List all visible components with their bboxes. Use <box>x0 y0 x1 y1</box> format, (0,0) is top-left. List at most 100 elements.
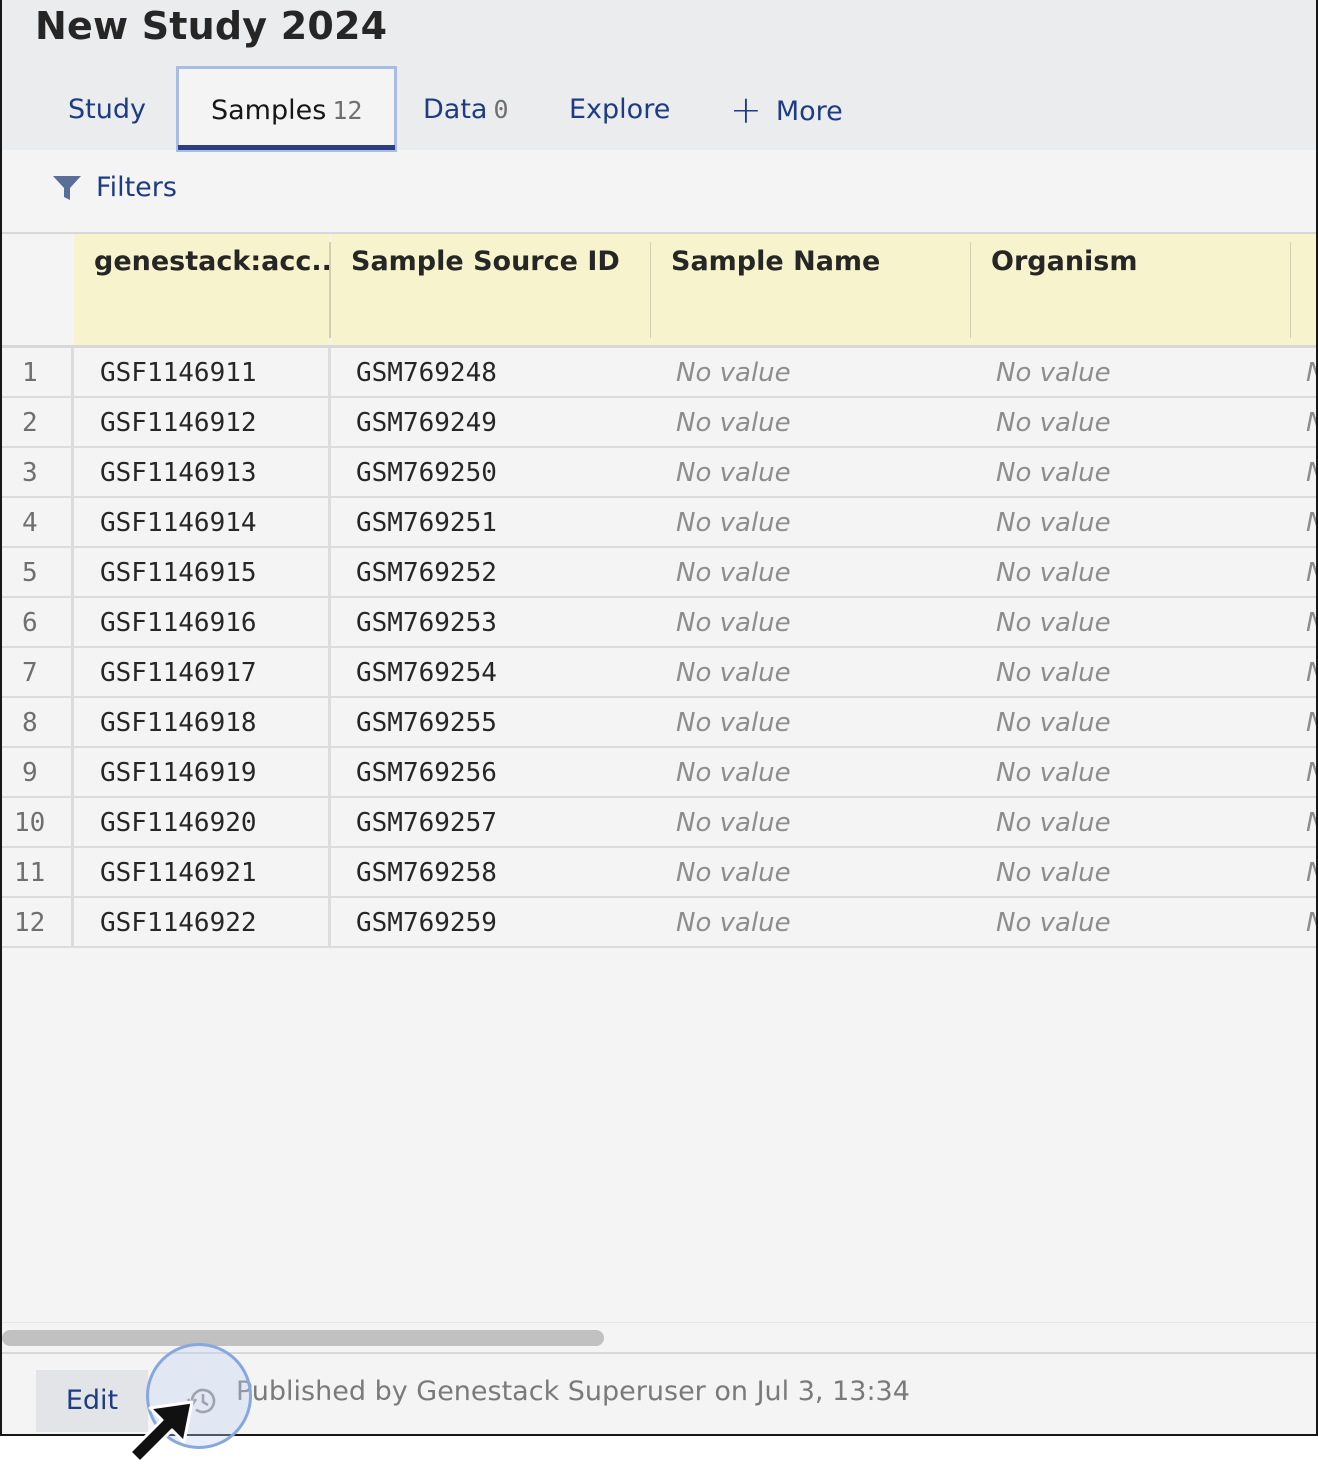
tab-label: Study <box>68 94 146 125</box>
row-number: 7 <box>22 658 38 688</box>
accession-cell[interactable]: GSF1146919 <box>100 748 257 798</box>
active-tab-underline <box>178 145 396 150</box>
next-column-cell[interactable]: N <box>1306 448 1316 498</box>
app-frame: New Study 2024 Study Samples 12 Data 0 Exp… <box>0 0 1318 1436</box>
table-row[interactable]: 11 GSF1146921 GSM769258 No value No value N <box>2 848 1316 898</box>
next-column-cell[interactable]: N <box>1306 498 1316 548</box>
sample-name-cell[interactable]: No value <box>676 798 791 848</box>
column-header-sample-name[interactable]: Sample Name <box>651 234 971 345</box>
column-header-next[interactable] <box>1291 234 1316 345</box>
sample-name-cell[interactable]: No value <box>676 898 791 948</box>
sample-source-id-cell[interactable]: GSM769259 <box>356 898 497 948</box>
tab-label: More <box>775 96 843 127</box>
next-column-cell[interactable]: N <box>1306 348 1316 398</box>
column-header-accession[interactable]: genestack:acc... <box>74 234 330 345</box>
sample-name-cell[interactable]: No value <box>676 648 791 698</box>
accession-cell[interactable]: GSF1146913 <box>100 448 257 498</box>
table-row[interactable]: 5 GSF1146915 GSM769252 No value No value N <box>2 548 1316 598</box>
organism-cell[interactable]: No value <box>996 748 1111 798</box>
plus-icon: + <box>730 88 762 132</box>
organism-cell[interactable]: No value <box>996 898 1111 948</box>
sample-source-id-cell[interactable]: GSM769248 <box>356 348 497 398</box>
column-header-sample-source-id[interactable]: Sample Source ID <box>331 234 651 345</box>
next-column-cell[interactable]: N <box>1306 398 1316 448</box>
accession-cell[interactable]: GSF1146922 <box>100 898 257 948</box>
table-row[interactable]: 8 GSF1146918 GSM769255 No value No value N <box>2 698 1316 748</box>
accession-cell[interactable]: GSF1146911 <box>100 348 257 398</box>
sample-source-id-cell[interactable]: GSM769254 <box>356 648 497 698</box>
table-row[interactable]: 6 GSF1146916 GSM769253 No value No value N <box>2 598 1316 648</box>
row-number: 3 <box>22 458 38 488</box>
column-header-organism[interactable]: Organism <box>971 234 1291 345</box>
accession-cell[interactable]: GSF1146920 <box>100 798 257 848</box>
sample-name-cell[interactable]: No value <box>676 698 791 748</box>
table-row[interactable]: 12 GSF1146922 GSM769259 No value No value N <box>2 898 1316 948</box>
table-row[interactable]: 4 GSF1146914 GSM769251 No value No value N <box>2 498 1316 548</box>
column-header-label: genestack:acc... <box>94 246 330 277</box>
column-header-label: Sample Name <box>671 246 881 277</box>
accession-cell[interactable]: GSF1146918 <box>100 698 257 748</box>
sample-source-id-cell[interactable]: GSM769251 <box>356 498 497 548</box>
sample-source-id-cell[interactable]: GSM769253 <box>356 598 497 648</box>
sample-source-id-cell[interactable]: GSM769250 <box>356 448 497 498</box>
table-row[interactable]: 2 GSF1146912 GSM769249 No value No value N <box>2 398 1316 448</box>
organism-cell[interactable]: No value <box>996 598 1111 648</box>
tab-data[interactable]: Data 0 <box>423 66 509 150</box>
row-number: 5 <box>22 558 38 588</box>
sample-name-cell[interactable]: No value <box>676 348 791 398</box>
table-row[interactable]: 9 GSF1146919 GSM769256 No value No value N <box>2 748 1316 798</box>
sample-name-cell[interactable]: No value <box>676 548 791 598</box>
organism-cell[interactable]: No value <box>996 698 1111 748</box>
next-column-cell[interactable]: N <box>1306 648 1316 698</box>
tab-explore[interactable]: Explore <box>569 66 670 150</box>
next-column-cell[interactable]: N <box>1306 548 1316 598</box>
sample-name-cell[interactable]: No value <box>676 498 791 548</box>
sample-name-cell[interactable]: No value <box>676 448 791 498</box>
organism-cell[interactable]: No value <box>996 348 1111 398</box>
accession-cell[interactable]: GSF1146912 <box>100 398 257 448</box>
accession-cell[interactable]: GSF1146917 <box>100 648 257 698</box>
organism-cell[interactable]: No value <box>996 648 1111 698</box>
sample-source-id-cell[interactable]: GSM769258 <box>356 848 497 898</box>
tab-samples[interactable]: Samples 12 <box>176 66 398 152</box>
sample-source-id-cell[interactable]: GSM769256 <box>356 748 497 798</box>
scrollbar-thumb[interactable] <box>2 1330 604 1346</box>
next-column-cell[interactable]: N <box>1306 698 1316 748</box>
sample-name-cell[interactable]: No value <box>676 398 791 448</box>
organism-cell[interactable]: No value <box>996 398 1111 448</box>
sample-source-id-cell[interactable]: GSM769255 <box>356 698 497 748</box>
table-row[interactable]: 1 GSF1146911 GSM769248 No value No value N <box>2 348 1316 398</box>
organism-cell[interactable]: No value <box>996 798 1111 848</box>
sample-source-id-cell[interactable]: GSM769257 <box>356 798 497 848</box>
next-column-cell[interactable]: N <box>1306 598 1316 648</box>
accession-cell[interactable]: GSF1146915 <box>100 548 257 598</box>
next-column-cell[interactable]: N <box>1306 798 1316 848</box>
row-number: 12 <box>14 908 46 938</box>
accession-cell[interactable]: GSF1146921 <box>100 848 257 898</box>
table-row[interactable]: 10 GSF1146920 GSM769257 No value No value N <box>2 798 1316 848</box>
tab-study[interactable]: Study <box>68 66 146 150</box>
tab-more[interactable]: + More <box>730 66 843 150</box>
row-number: 10 <box>14 808 46 838</box>
accession-cell[interactable]: GSF1146914 <box>100 498 257 548</box>
organism-cell[interactable]: No value <box>996 848 1111 898</box>
filters-button[interactable]: Filters <box>52 172 177 203</box>
accession-cell[interactable]: GSF1146916 <box>100 598 257 648</box>
sample-name-cell[interactable]: No value <box>676 748 791 798</box>
sample-name-cell[interactable]: No value <box>676 598 791 648</box>
sample-name-cell[interactable]: No value <box>676 848 791 898</box>
table-row[interactable]: 3 GSF1146913 GSM769250 No value No value N <box>2 448 1316 498</box>
row-number: 9 <box>22 758 38 788</box>
next-column-cell[interactable]: N <box>1306 848 1316 898</box>
tab-count: 0 <box>493 95 509 124</box>
row-number: 11 <box>14 858 46 888</box>
organism-cell[interactable]: No value <box>996 448 1111 498</box>
organism-cell[interactable]: No value <box>996 498 1111 548</box>
next-column-cell[interactable]: N <box>1306 748 1316 798</box>
sample-source-id-cell[interactable]: GSM769252 <box>356 548 497 598</box>
sample-source-id-cell[interactable]: GSM769249 <box>356 398 497 448</box>
next-column-cell[interactable]: N <box>1306 898 1316 948</box>
table-row[interactable]: 7 GSF1146917 GSM769254 No value No value N <box>2 648 1316 698</box>
column-header-label: Sample Source ID <box>351 246 620 277</box>
organism-cell[interactable]: No value <box>996 548 1111 598</box>
